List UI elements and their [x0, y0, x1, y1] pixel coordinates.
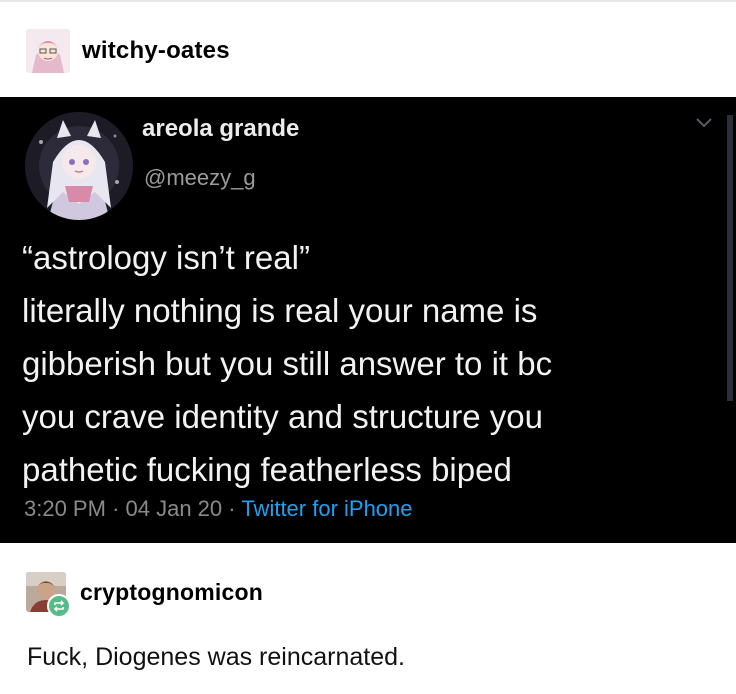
tweet-line: “astrology isn’t real”: [22, 239, 310, 276]
tweet-line: gibberish but you still answer to it bc: [22, 345, 553, 382]
tweet-display-name[interactable]: areola grande: [142, 115, 299, 143]
top-divider: [0, 0, 736, 2]
tweet-line: pathetic fucking featherless biped: [22, 451, 512, 488]
tweet-body: “astrology isn’t real” literally nothing…: [22, 231, 712, 496]
tweet-date: 04 Jan 20: [125, 496, 223, 521]
reblog-header: cryptognomicon: [26, 572, 263, 618]
reblog-icon: [47, 594, 71, 618]
poster-username[interactable]: witchy-oates: [82, 37, 230, 65]
anime-girl-avatar-icon[interactable]: [26, 29, 70, 73]
tweet-source-link[interactable]: Twitter for iPhone: [241, 496, 412, 521]
reblog-comment: Fuck, Diogenes was reincarnated.: [27, 643, 405, 671]
reblogger-avatar[interactable]: [26, 572, 71, 618]
tweet-screenshot: areola grande @meezy_g “astrology isn’t …: [0, 97, 736, 543]
tweet-avatar[interactable]: [25, 112, 133, 220]
post-header: witchy-oates: [26, 29, 230, 73]
tweet-time: 3:20 PM: [24, 496, 106, 521]
chevron-down-icon[interactable]: [694, 115, 714, 131]
reblogger-username[interactable]: cryptognomicon: [80, 579, 263, 606]
scrollbar[interactable]: [727, 115, 733, 401]
tweet-metadata: 3:20 PM · 04 Jan 20 · Twitter for iPhone: [24, 496, 413, 522]
tweet-handle[interactable]: @meezy_g: [144, 165, 256, 191]
tweet-line: literally nothing is real your name is: [22, 292, 538, 329]
meta-separator: ·: [228, 496, 236, 521]
tweet-line: you crave identity and structure you: [22, 398, 543, 435]
meta-separator: ·: [112, 496, 120, 521]
